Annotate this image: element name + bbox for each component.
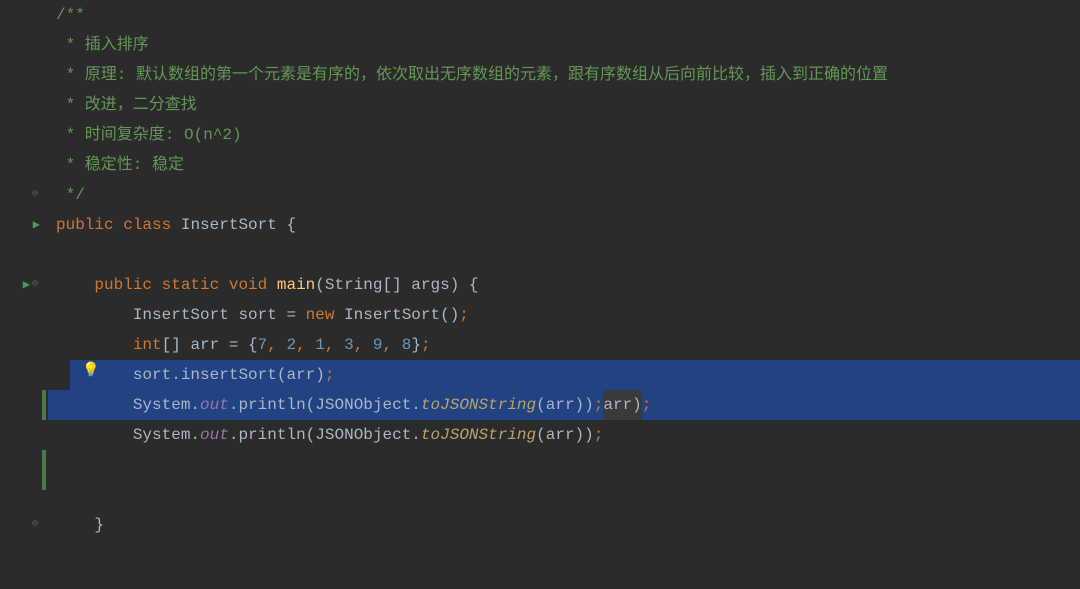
fold-icon[interactable]: ⊖ [30, 270, 40, 300]
keyword: public [56, 210, 114, 240]
keyword: static [162, 270, 220, 300]
comment-text: /** [56, 0, 85, 30]
code-line[interactable]: * 插入排序 [56, 30, 1080, 60]
vcs-change-marker-2 [42, 450, 46, 490]
code-line[interactable]: * 改进，二分查找 [56, 90, 1080, 120]
number-literal: 2 [286, 330, 296, 360]
var-name: arr [286, 360, 315, 390]
code-line[interactable]: */ [56, 180, 1080, 210]
intention-bulb-icon[interactable]: 💡 [82, 356, 99, 386]
method-name: main [277, 270, 315, 300]
code-line[interactable]: * 稳定性: 稳定 [56, 150, 1080, 180]
code-line[interactable] [56, 480, 1080, 510]
param-name: args [411, 270, 449, 300]
comment-text: * 原理: 默认数组的第一个元素是有序的，依次取出无序数组的元素，跟有序数组从后… [56, 60, 888, 90]
code-line[interactable] [56, 240, 1080, 270]
code-line[interactable]: public class InsertSort { [56, 210, 1080, 240]
class-name: InsertSort [181, 210, 277, 240]
code-text-area[interactable]: /** * 插入排序 * 原理: 默认数组的第一个元素是有序的，依次取出无序数组… [48, 0, 1080, 589]
var-name: sort [133, 360, 171, 390]
fold-icon[interactable]: ⊖ [30, 180, 40, 210]
diff-removed-text: arr) [603, 390, 641, 420]
code-line[interactable] [56, 540, 1080, 570]
keyword: new [306, 300, 335, 330]
code-line[interactable]: sort.insertSort(arr); [56, 360, 1080, 390]
number-literal: 7 [258, 330, 268, 360]
run-main-icon[interactable]: ▶ [23, 270, 30, 300]
code-line[interactable]: public static void main(String[] args) { [56, 270, 1080, 300]
method-call: insertSort [181, 360, 277, 390]
static-method: toJSONString [421, 420, 536, 450]
code-line[interactable]: * 原理: 默认数组的第一个元素是有序的，依次取出无序数组的元素，跟有序数组从后… [56, 60, 1080, 90]
class-name: System [133, 390, 191, 420]
number-literal: 1 [315, 330, 325, 360]
comment-text: */ [56, 180, 85, 210]
code-line[interactable]: * 时间复杂度: O(n^2) [56, 120, 1080, 150]
static-field: out [200, 390, 229, 420]
type-name: InsertSort [133, 300, 229, 330]
comment-text: * 时间复杂度: O(n^2) [56, 120, 242, 150]
class-name: JSONObject [315, 420, 411, 450]
number-literal: 3 [344, 330, 354, 360]
editor-gutter[interactable]: ⊖ ▶ ▶⊖ ⊖ [0, 0, 48, 589]
method-call: println [238, 390, 305, 420]
keyword: public [94, 270, 152, 300]
comment-text: * 插入排序 [56, 30, 149, 60]
code-line[interactable] [56, 450, 1080, 480]
type-name: String [325, 270, 383, 300]
var-name: arr [546, 390, 575, 420]
run-class-icon[interactable]: ▶ [33, 210, 40, 240]
keyword: int [133, 330, 162, 360]
fold-close-icon[interactable]: ⊖ [30, 510, 40, 540]
class-name: InsertSort [344, 300, 440, 330]
static-field: out [200, 420, 229, 450]
method-call: println [238, 420, 305, 450]
class-name: System [133, 420, 191, 450]
number-literal: 9 [373, 330, 383, 360]
number-literal: 8 [402, 330, 412, 360]
var-name: sort [238, 300, 276, 330]
code-editor[interactable]: 💡 ⊖ ▶ ▶⊖ ⊖ /** * 插入排序 * 原理: 默认数组的第一个元素是有… [0, 0, 1080, 589]
keyword: void [229, 270, 267, 300]
comment-text: * 稳定性: 稳定 [56, 150, 184, 180]
code-line[interactable]: InsertSort sort = new InsertSort(); [56, 300, 1080, 330]
code-line[interactable]: } [56, 510, 1080, 540]
code-line[interactable]: System.out.println(JSONObject.toJSONStri… [56, 420, 1080, 450]
code-line[interactable]: int[] arr = {7, 2, 1, 3, 9, 8}; [56, 330, 1080, 360]
var-name: arr [546, 420, 575, 450]
comment-text: * 改进，二分查找 [56, 90, 197, 120]
var-name: arr [190, 330, 219, 360]
class-name: JSONObject [315, 390, 411, 420]
code-line[interactable]: /** [56, 0, 1080, 30]
keyword: class [123, 210, 171, 240]
static-method: toJSONString [421, 390, 536, 420]
code-line[interactable]: System.out.println(JSONObject.toJSONStri… [56, 390, 1080, 420]
vcs-change-marker [42, 390, 46, 420]
